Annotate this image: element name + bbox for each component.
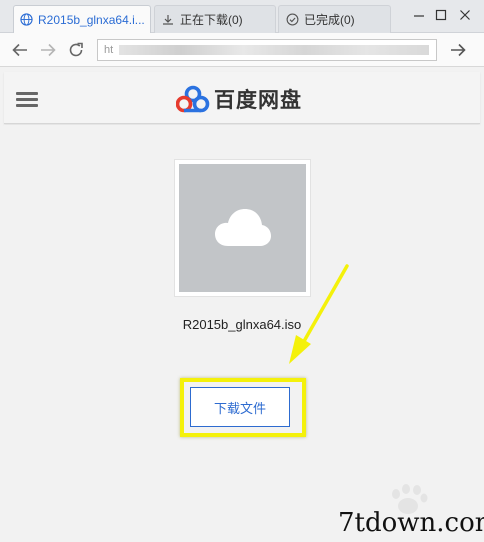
site-logo[interactable]: 百度网盘	[176, 84, 302, 114]
tab-file-label: R2015b_glnxa64.i...	[38, 12, 145, 27]
download-icon	[161, 13, 175, 27]
file-thumbnail	[174, 159, 311, 297]
address-prefix: ht	[104, 44, 114, 56]
refresh-icon[interactable]	[64, 38, 88, 62]
file-name: R2015b_glnxa64.iso	[182, 317, 302, 332]
address-field[interactable]: ht	[97, 39, 437, 61]
maximize-icon[interactable]	[430, 4, 452, 26]
menu-icon[interactable]	[16, 92, 38, 108]
download-file-button[interactable]: 下载文件	[190, 387, 290, 427]
navigation-bar: ht	[0, 33, 484, 67]
go-arrow-icon[interactable]	[446, 38, 470, 62]
tab-completed[interactable]: 已完成(0)	[278, 5, 391, 33]
back-arrow-icon[interactable]	[8, 38, 32, 62]
cloud-icon	[214, 209, 271, 246]
minimize-icon[interactable]	[408, 4, 430, 26]
address-blurred	[119, 45, 430, 56]
baidu-cloud-logo-icon	[176, 85, 210, 113]
tab-downloading[interactable]: 正在下载(0)	[154, 5, 276, 33]
tab-completed-label: 已完成(0)	[304, 13, 355, 27]
watermark-text: 7tdown.com	[338, 508, 484, 538]
check-circle-icon	[285, 13, 299, 27]
globe-icon	[20, 13, 33, 27]
site-header: 百度网盘	[4, 72, 480, 124]
tab-strip: R2015b_glnxa64.i... 正在下载(0) 已完成(0)	[0, 0, 484, 33]
close-icon[interactable]	[454, 4, 476, 26]
tab-file[interactable]: R2015b_glnxa64.i...	[13, 5, 151, 33]
tab-downloading-label: 正在下载(0)	[180, 13, 243, 27]
forward-arrow-icon[interactable]	[36, 38, 60, 62]
logo-text: 百度网盘	[214, 89, 302, 112]
